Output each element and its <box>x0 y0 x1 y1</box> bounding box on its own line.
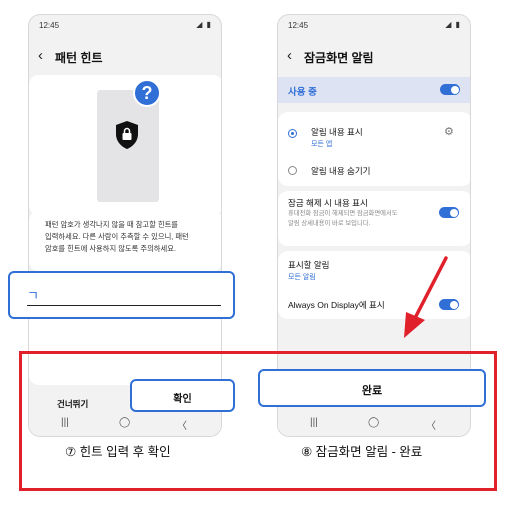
hint-input[interactable]: ㄱ <box>27 285 221 306</box>
option-hide-label: 알림 내용 숨기기 <box>311 166 371 176</box>
question-icon: ? <box>133 79 161 107</box>
option-show-label: 알림 내용 표시 <box>311 127 363 137</box>
red-arrow-icon <box>404 256 448 338</box>
gear-icon[interactable]: ⚙ <box>444 125 454 138</box>
master-switch-row[interactable]: 사용 중 <box>278 77 470 103</box>
description-line: 암호를 힌트에 사용하지 않도록 주의하세요. <box>45 244 176 253</box>
status-time: 12:45 <box>39 21 60 30</box>
description-line: 입력하세요. 다른 사람이 추측할 수 있으니, 패턴 <box>45 232 189 241</box>
caption-step-8: ⑧ 잠금화면 알림 - 완료 <box>301 445 423 459</box>
unlock-label: 잠금 해제 시 내용 표시 <box>288 198 368 208</box>
page-title: 잠금화면 알림 <box>304 51 374 65</box>
description-line: 패턴 암호가 생각나지 않을 때 참고할 힌트를 <box>45 220 178 229</box>
radio-selected[interactable] <box>288 129 297 138</box>
status-time: 12:45 <box>288 21 309 30</box>
page-title: 패턴 힌트 <box>55 51 103 65</box>
notify-label: 표시할 알림 <box>288 260 330 270</box>
top-bar: ‹ 패턴 힌트 <box>29 45 221 69</box>
unlock-description: 휴대전화 잠금이 해제되면 잠금화면에서도 알림 상세내용이 바로 보입니다. <box>288 209 398 229</box>
unlock-toggle[interactable] <box>439 207 459 218</box>
top-bar: ‹ 잠금화면 알림 <box>278 45 470 69</box>
options-card: 알림 내용 표시 모든 앱 ⚙ 알림 내용 숨기기 <box>278 112 470 186</box>
description-card: 패턴 암호가 생각나지 않을 때 참고할 힌트를 입력하세요. 다른 사람이 추… <box>29 211 221 271</box>
caption-step-7: ⑦ 힌트 입력 후 확인 <box>65 445 171 459</box>
option-show-sub: 모든 앱 <box>311 141 333 148</box>
illustration-area: ? <box>29 75 221 215</box>
status-icons: ◢ ▮ <box>445 20 461 29</box>
description-line: 알림 상세내용이 바로 보입니다. <box>288 220 371 227</box>
unlock-card: 잠금 해제 시 내용 표시 휴대전화 잠금이 해제되면 잠금화면에서도 알림 상… <box>278 191 470 246</box>
master-switch-label: 사용 중 <box>288 87 317 98</box>
back-icon[interactable]: ‹ <box>38 47 43 65</box>
aod-label: Always On Display에 표시 <box>288 300 385 310</box>
hint-input-highlight: ㄱ <box>8 271 235 319</box>
hint-description: 패턴 암호가 생각나지 않을 때 참고할 힌트를 입력하세요. 다른 사람이 추… <box>45 219 215 255</box>
back-icon[interactable]: ‹ <box>287 47 292 65</box>
notify-sub: 모든 알림 <box>288 274 316 281</box>
radio-unselected[interactable] <box>288 166 297 175</box>
hint-input-value: ㄱ <box>27 288 39 303</box>
shield-lock-icon <box>116 121 138 149</box>
status-icons: ◢ ▮ <box>196 20 212 29</box>
master-toggle[interactable] <box>440 84 460 95</box>
red-highlight-frame <box>19 351 497 491</box>
description-line: 휴대전화 잠금이 해제되면 잠금화면에서도 <box>288 210 398 217</box>
